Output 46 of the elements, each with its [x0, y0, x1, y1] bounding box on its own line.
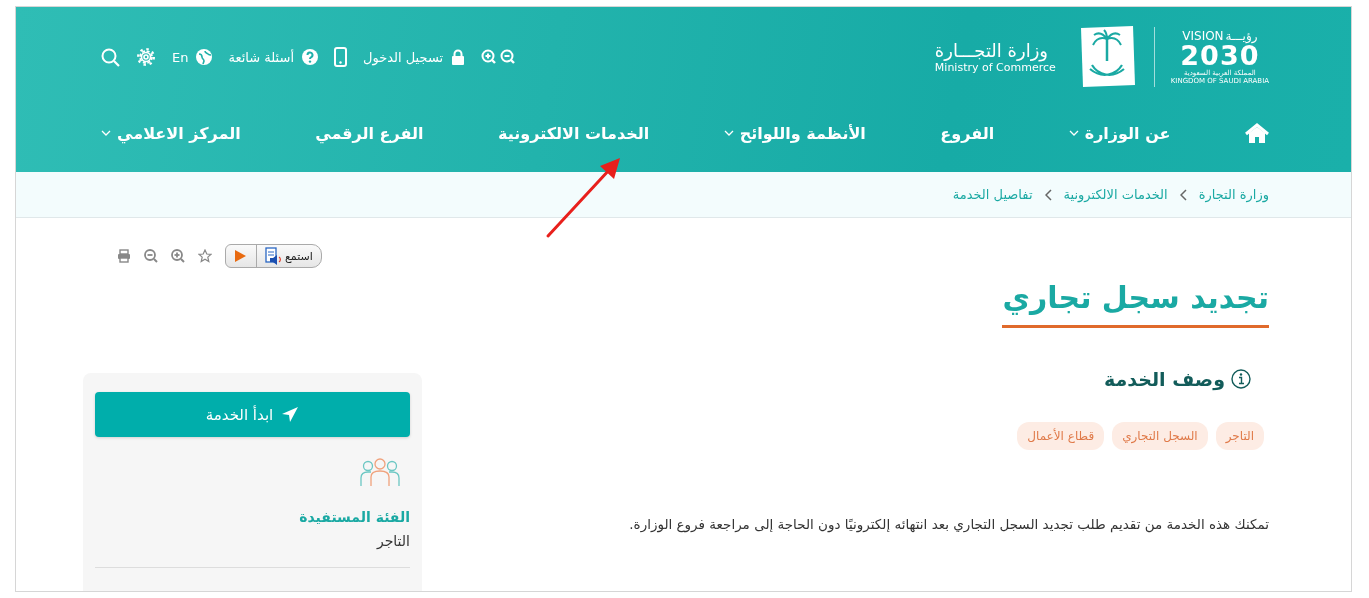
listen-button[interactable]: استمع	[225, 244, 322, 268]
nav-item[interactable]: الفرع الرقمي	[315, 123, 424, 143]
ministry-name-arabic: وزارة التجـــارة	[934, 40, 1049, 61]
people-group-icon	[360, 457, 400, 487]
beneficiary-value: التاجر	[375, 533, 410, 549]
chevron-icon	[1044, 188, 1052, 201]
question-icon	[302, 49, 318, 65]
page-title: تجديد سجل تجاري	[1002, 280, 1269, 328]
start-service-button[interactable]: ابدأ الخدمة	[95, 392, 410, 437]
mobile-phone-icon[interactable]	[334, 47, 347, 67]
tag: السجل التجاري	[1112, 422, 1208, 450]
star-icon[interactable]	[198, 249, 212, 263]
language-link[interactable]: En	[172, 49, 213, 65]
login-link[interactable]: تسجيل الدخول	[363, 49, 466, 65]
beneficiary-heading: الفئة المستفيدة	[298, 509, 410, 525]
faq-link[interactable]: أسئلة شائعة	[228, 49, 318, 65]
zoom-controls-icon[interactable]	[481, 49, 516, 65]
nav-item[interactable]: الخدمات الالكترونية	[498, 123, 650, 143]
ministry-name: Ministry of Commerce	[934, 61, 1056, 74]
section-heading: وصف الخدمة	[1104, 368, 1225, 390]
breadcrumb-link[interactable]: الخدمات الالكترونية	[1063, 187, 1168, 202]
settings-icon[interactable]	[136, 47, 156, 67]
home-icon[interactable]	[1245, 122, 1269, 144]
nav-item[interactable]: عن الوزارة	[1068, 123, 1171, 143]
print-icon[interactable]	[117, 249, 131, 263]
zoom-in-icon[interactable]	[171, 249, 185, 263]
search-icon[interactable]	[101, 47, 120, 67]
zoom-out-icon[interactable]	[144, 249, 158, 263]
chevron-icon	[1179, 188, 1187, 201]
breadcrumb-link[interactable]: وزارة التجارة	[1198, 187, 1269, 202]
tag: قطاع الأعمال	[1017, 422, 1105, 450]
lock-icon	[451, 49, 466, 65]
vision-year: 2030	[1180, 43, 1260, 69]
globe-icon	[196, 49, 213, 65]
play-icon	[234, 249, 246, 263]
info-icon	[1231, 369, 1251, 389]
vision-label: VISION	[1182, 29, 1224, 43]
service-description: تمكنك هذه الخدمة من تقديم طلب تجديد السجل التجاري بعد انتهائه إلكترونيًا دون الحاجة إلى مراجعة فروع الوزارة.	[629, 516, 1269, 532]
nav-item[interactable]: المركز الاعلامي	[101, 123, 241, 143]
paper-plane-icon	[281, 406, 300, 423]
vision-label-arabic: رؤيـــة	[1225, 29, 1258, 43]
speaker-document-icon	[265, 247, 281, 265]
tag: التاجر	[1215, 422, 1264, 450]
breadcrumb-link[interactable]: تفاصيل الخدمة	[952, 187, 1033, 202]
nav-item[interactable]: الفروع	[940, 123, 995, 143]
nav-item[interactable]: الأنظمة واللوائح	[723, 123, 866, 143]
